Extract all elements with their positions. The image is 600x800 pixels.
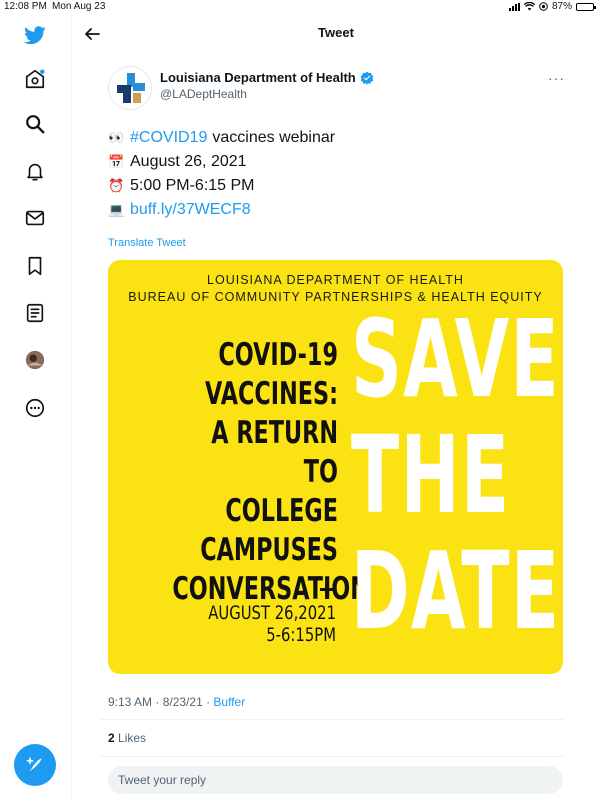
compose-tweet-button[interactable] xyxy=(14,744,56,786)
save-date-line: THE xyxy=(351,414,511,538)
ldh-logo-icon xyxy=(117,73,145,103)
tweet-line: 💻 buff.ly/37WECF8 xyxy=(108,198,558,222)
laptop-emoji-icon: 💻 xyxy=(108,202,125,217)
image-title-line: VACCINES: xyxy=(204,376,338,412)
author-handle[interactable]: @LADeptHealth xyxy=(160,87,247,101)
image-event-date: AUGUST 26,2021 5-6:15PM xyxy=(158,602,336,646)
image-title-line: COVID-19 xyxy=(218,337,338,373)
translate-tweet-link[interactable]: Translate Tweet xyxy=(108,237,186,249)
status-bar: 12:08 PM Mon Aug 23 87% xyxy=(0,0,600,14)
cellular-signal-icon xyxy=(508,2,520,11)
tweet-line: 👀 #COVID19 vaccines webinar xyxy=(108,126,558,150)
author-name-text[interactable]: Louisiana Department of Health xyxy=(160,70,356,85)
sidebar-nav xyxy=(0,14,72,800)
likes-count[interactable]: 2 Likes xyxy=(108,731,146,745)
tweet-line: 📅 August 26, 2021 xyxy=(108,150,558,174)
tweet-line-text: vaccines webinar xyxy=(212,129,336,146)
image-title-line: A RETURN TO xyxy=(211,415,338,490)
tweet-line-text: August 26, 2021 xyxy=(130,153,247,170)
hashtag-link[interactable]: #COVID19 xyxy=(130,126,207,150)
status-date: Mon Aug 23 xyxy=(52,1,106,12)
bookmarks-icon[interactable] xyxy=(22,253,48,279)
profile-avatar[interactable] xyxy=(22,347,48,373)
image-divider xyxy=(320,588,334,591)
messages-icon[interactable] xyxy=(22,205,48,231)
search-icon[interactable] xyxy=(22,111,48,137)
tweet-url-link[interactable]: buff.ly/37WECF8 xyxy=(130,198,251,222)
image-save-the-date: SAVE THE DATE xyxy=(351,298,561,654)
tweet-date[interactable]: 8/23/21 xyxy=(163,695,203,709)
image-title-line: CAMPUSES xyxy=(200,532,338,568)
home-icon[interactable] xyxy=(22,66,48,92)
battery-icon xyxy=(576,2,596,11)
divider xyxy=(100,756,564,757)
image-event-title: COVID-19 VACCINES: A RETURN TO COLLEGE C… xyxy=(172,336,369,609)
tweet-metadata: 9:13 AM · 8/23/21 · Buffer xyxy=(108,695,245,709)
likes-label: Likes xyxy=(118,731,147,745)
likes-number: 2 xyxy=(108,731,115,745)
image-org-line: LOUISIANA DEPARTMENT OF HEALTH xyxy=(207,273,464,287)
compose-tweet-icon xyxy=(26,757,42,772)
save-date-line: SAVE xyxy=(351,298,560,422)
more-options-icon[interactable]: ··· xyxy=(548,70,565,86)
tweet-source-link[interactable]: Buffer xyxy=(213,695,245,709)
more-icon[interactable] xyxy=(22,395,48,421)
lists-icon[interactable] xyxy=(22,300,48,326)
image-title-line: COLLEGE xyxy=(225,493,338,529)
tweet-line-text: 5:00 PM-6:15 PM xyxy=(130,177,255,194)
tweet-text: 👀 #COVID19 vaccines webinar 📅 August 26,… xyxy=(108,126,558,222)
meta-separator: · xyxy=(202,695,214,709)
meta-separator: · xyxy=(152,695,163,709)
status-time: 12:08 PM xyxy=(4,1,47,12)
tweet-time[interactable]: 9:13 AM xyxy=(108,695,152,709)
author-name[interactable]: Louisiana Department of Health xyxy=(160,70,374,85)
alarm-clock-emoji-icon: ⏰ xyxy=(108,178,125,193)
reply-input[interactable]: Tweet your reply xyxy=(108,766,563,794)
author-avatar[interactable] xyxy=(108,66,152,110)
page-title: Tweet xyxy=(318,25,354,40)
save-date-line: DATE xyxy=(351,530,561,654)
calendar-emoji-icon: 📅 xyxy=(108,154,125,169)
tweet-image[interactable]: LOUISIANA DEPARTMENT OF HEALTH BUREAU OF… xyxy=(108,260,563,674)
tweet-header: Tweet xyxy=(72,14,600,54)
status-indicators: 87% xyxy=(508,1,596,12)
tweet-line: ⏰ 5:00 PM-6:15 PM xyxy=(108,174,558,198)
image-date-line: AUGUST 26,2021 xyxy=(208,602,336,624)
wifi-icon xyxy=(523,2,535,11)
battery-percent: 87% xyxy=(551,1,572,12)
twitter-logo-icon[interactable] xyxy=(22,22,48,48)
divider xyxy=(100,719,564,720)
eyes-emoji-icon: 👀 xyxy=(108,130,125,145)
verified-badge-icon xyxy=(360,71,374,85)
location-lock-icon xyxy=(539,2,548,11)
notifications-icon[interactable] xyxy=(22,158,48,184)
image-time-line: 5-6:15PM xyxy=(266,624,336,646)
